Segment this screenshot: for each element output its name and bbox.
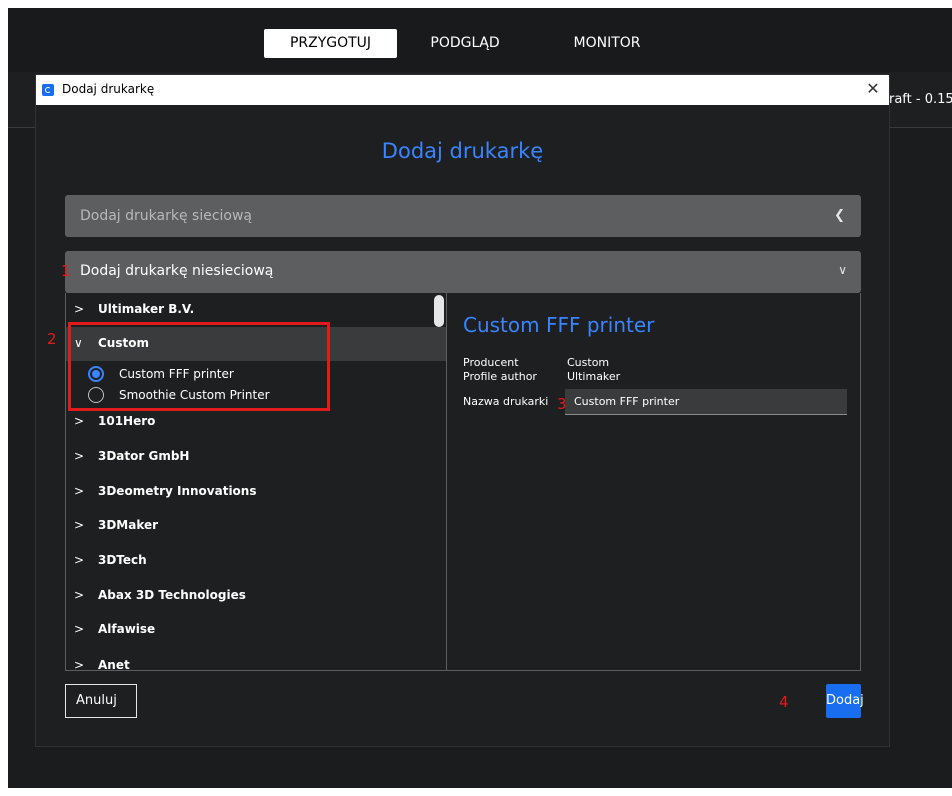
network-printer-label: Dodaj drukarkę sieciową (80, 208, 253, 224)
network-printer-section[interactable]: Dodaj drukarkę sieciową ❮ (65, 195, 861, 237)
annotation-marker-1: 1 (61, 262, 71, 280)
chevron-right-icon: > (74, 588, 85, 602)
chevron-right-icon: > (74, 658, 85, 670)
chevron-right-icon: > (74, 553, 85, 567)
printer-name-label: Nazwa drukarki (463, 395, 549, 408)
brand-name: 3Deometry Innovations (98, 484, 257, 498)
chevron-right-icon: > (74, 449, 85, 463)
add-button[interactable]: Dodaj (826, 684, 864, 718)
brand-row-3deometry[interactable]: > 3Deometry Innovations (66, 475, 446, 509)
list-scrollbar[interactable] (434, 295, 444, 327)
brand-row-abax[interactable]: > Abax 3D Technologies (66, 579, 446, 613)
printer-name-input[interactable]: Custom FFF printer (565, 389, 847, 415)
stage-tab-preview[interactable]: PODGLĄD (420, 29, 510, 58)
brand-name: 3Dator GmbH (98, 449, 190, 463)
chevron-left-icon: ❮ (834, 208, 845, 223)
brand-name: Anet (98, 658, 130, 670)
local-printer-section[interactable]: Dodaj drukarkę niesieciową ∨ (65, 251, 861, 293)
print-profile-summary[interactable]: raft - 0.15 (889, 92, 952, 107)
brand-name: 3DTech (98, 553, 147, 567)
cancel-button[interactable]: Anuluj (65, 684, 137, 718)
brand-row-3dator[interactable]: > 3Dator GmbH (66, 440, 446, 474)
brand-row-3dtech[interactable]: > 3DTech (66, 544, 446, 578)
stage-tab-prepare[interactable]: PRZYGOTUJ (264, 29, 397, 58)
chevron-right-icon: > (74, 484, 85, 498)
brand-row-3dmaker[interactable]: > 3DMaker (66, 509, 446, 543)
machine-title: Custom FFF printer (463, 313, 655, 337)
brand-name: 101Hero (98, 414, 156, 428)
brand-name: Alfawise (98, 622, 156, 636)
brand-name: Ultimaker B.V. (98, 302, 195, 316)
brand-name: Abax 3D Technologies (98, 588, 246, 602)
profile-author-value: Ultimaker (567, 370, 621, 383)
chevron-down-icon: ∨ (838, 263, 847, 277)
close-button[interactable]: ✕ (863, 78, 883, 100)
chevron-right-icon: > (74, 302, 85, 316)
chevron-right-icon: > (74, 622, 85, 636)
local-printer-label: Dodaj drukarkę niesieciową (80, 263, 274, 279)
annotation-marker-4: 4 (779, 693, 789, 711)
cura-logo-icon (42, 84, 54, 96)
annotation-highlight-box (68, 322, 330, 411)
annotation-marker-2: 2 (47, 330, 57, 348)
screen-top-edge (0, 0, 952, 8)
machine-details: Custom FFF printer Producent Custom Prof… (461, 293, 851, 670)
chevron-right-icon: > (74, 414, 85, 428)
brand-name: 3DMaker (98, 518, 159, 532)
brand-row-alfawise[interactable]: > Alfawise (66, 613, 446, 647)
brand-row-anet[interactable]: > Anet (66, 649, 446, 670)
dialog-titlebar: Dodaj drukarkę ✕ (36, 75, 889, 105)
manufacturer-label: Producent (463, 356, 519, 369)
window-title: Dodaj drukarkę (62, 82, 155, 96)
annotation-marker-3: 3 (557, 395, 567, 413)
stage-tab-monitor[interactable]: MONITOR (552, 29, 662, 58)
dialog-heading: Dodaj drukarkę (381, 139, 544, 163)
profile-author-label: Profile author (463, 370, 537, 383)
manufacturer-value: Custom (567, 356, 610, 369)
chevron-right-icon: > (74, 518, 85, 532)
